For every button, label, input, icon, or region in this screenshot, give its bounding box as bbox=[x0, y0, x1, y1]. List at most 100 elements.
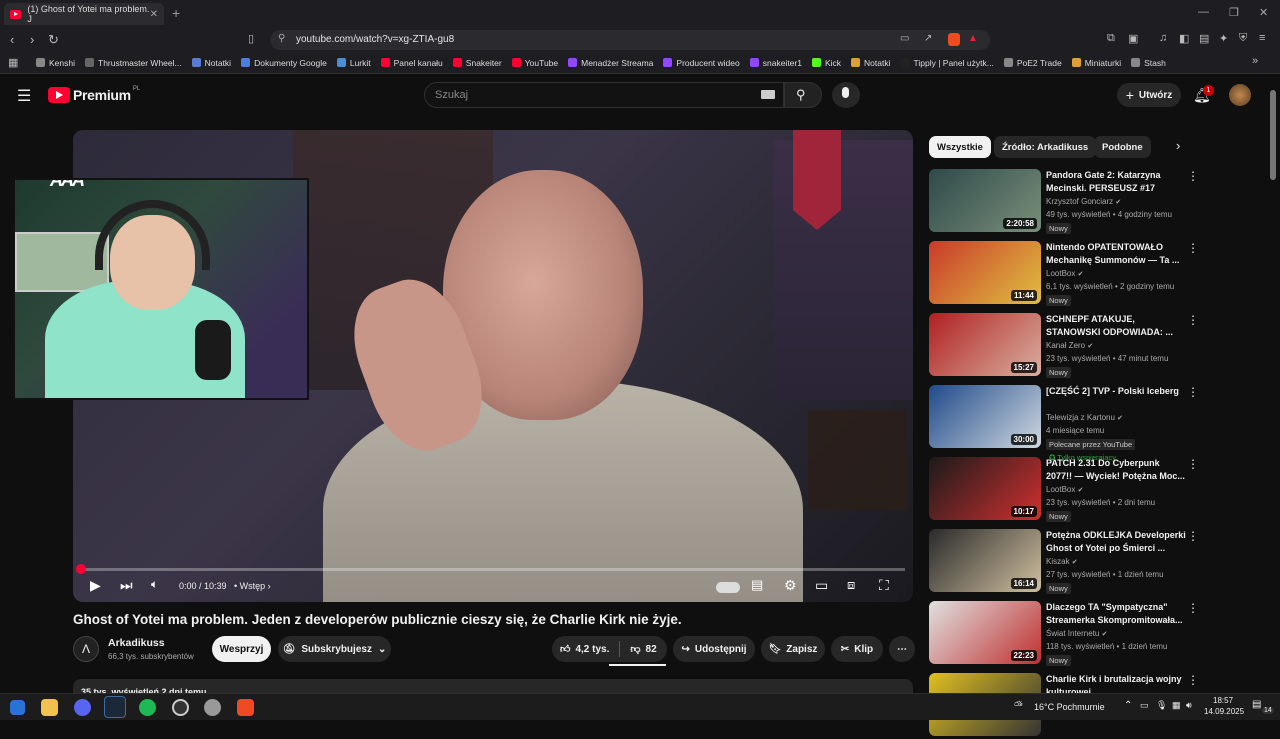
dislike-icon[interactable]: 👎︎ bbox=[630, 643, 640, 655]
menu-icon[interactable]: ≡ bbox=[1259, 32, 1265, 44]
more-bookmarks-icon[interactable]: » bbox=[1252, 55, 1258, 67]
page-scrollbar[interactable] bbox=[1270, 90, 1276, 180]
recommendation-channel[interactable]: Kiszak ✔ bbox=[1046, 557, 1078, 566]
discord-icon[interactable] bbox=[74, 699, 91, 716]
more-options-icon[interactable]: ⋮ bbox=[1187, 241, 1199, 255]
bookmark-item[interactable]: Miniaturki bbox=[1071, 58, 1121, 68]
sidebar-icon[interactable]: ◧ bbox=[1179, 32, 1189, 45]
bookmark-item[interactable]: Thrustmaster Wheel... bbox=[85, 58, 182, 68]
spotify-icon[interactable] bbox=[139, 699, 156, 716]
recommendation-item[interactable]: 15:27 SCHNEPF ATAKUJE, STANOWSKI ODPOWIAD… bbox=[929, 313, 1259, 379]
more-options-icon[interactable]: ⋮ bbox=[1187, 673, 1199, 687]
weather-text[interactable]: 16°C Pochmurnie bbox=[1034, 702, 1105, 712]
media-icon[interactable]: ♫ bbox=[1159, 32, 1167, 44]
vpn-icon[interactable]: ⛨ bbox=[1239, 32, 1247, 45]
site-info-icon[interactable]: ⚲ bbox=[278, 33, 285, 44]
chips-next-icon[interactable]: › bbox=[1176, 138, 1180, 153]
wallet2-icon[interactable]: ▤ bbox=[1199, 32, 1209, 45]
settings-gear-icon[interactable]: ⚙ bbox=[784, 577, 797, 594]
more-actions-button[interactable]: ⋯ bbox=[889, 636, 915, 662]
theater-mode-icon[interactable]: ▭ bbox=[815, 577, 828, 594]
more-options-icon[interactable]: ⋮ bbox=[1187, 385, 1199, 399]
recommendation-channel[interactable]: Świat Internetu ✔ bbox=[1046, 629, 1107, 638]
user-avatar[interactable] bbox=[1229, 84, 1251, 106]
video-thumbnail[interactable]: 2:20:58 bbox=[929, 169, 1041, 232]
bookmark-item[interactable]: Notatki bbox=[851, 58, 891, 68]
filter-chip[interactable]: Podobne bbox=[1094, 136, 1151, 158]
filter-chip[interactable]: Źródło: Arkadikuss bbox=[994, 136, 1097, 158]
forward-icon[interactable]: › bbox=[30, 32, 34, 47]
share-button[interactable]: ↪ Udostępnij bbox=[673, 636, 755, 662]
bookmark-item[interactable]: Producent wideo bbox=[663, 58, 740, 68]
recommendation-title[interactable]: Pandora Gate 2: Katarzyna Mecinski. PERS… bbox=[1046, 169, 1186, 195]
create-button[interactable]: + Utwórz bbox=[1117, 83, 1181, 107]
url-field[interactable]: ⚲ youtube.com/watch?v=xg-ZTIA-gu8 ▭ ↗ ▲ bbox=[270, 30, 990, 50]
notification-center-icon[interactable]: ▤ bbox=[1252, 699, 1261, 710]
browser-tab[interactable]: (1) Ghost of Yotei ma problem. J ✕ bbox=[4, 3, 164, 25]
subscribed-button[interactable]: 🔕︎ Subskrybujesz ⌄ bbox=[278, 636, 391, 662]
hamburger-menu-icon[interactable]: ☰ bbox=[17, 86, 31, 106]
recommendation-title[interactable]: Dlaczego TA "Sympatyczna" Streamerka Sko… bbox=[1046, 601, 1186, 627]
brave-shield-icon[interactable] bbox=[948, 33, 960, 46]
bookmark-item[interactable]: YouTube bbox=[511, 58, 558, 68]
progress-handle[interactable] bbox=[76, 564, 86, 574]
bookmark-item[interactable]: snakeiter1 bbox=[749, 58, 802, 68]
tray-chevron-icon[interactable]: ⌃ bbox=[1124, 700, 1132, 711]
recommendation-item[interactable]: 16:14 Potężna ODKLEJKA Developerki Ghost … bbox=[929, 529, 1259, 595]
brave-rewards-icon[interactable]: ▲ bbox=[968, 33, 978, 44]
bookmark-item[interactable]: Lurkit bbox=[336, 58, 371, 68]
minimize-icon[interactable]: — bbox=[1198, 6, 1209, 18]
more-options-icon[interactable]: ⋮ bbox=[1187, 313, 1199, 327]
next-icon[interactable]: ⏭︎ bbox=[120, 577, 133, 594]
new-tab-icon[interactable]: + bbox=[172, 5, 180, 21]
more-options-icon[interactable]: ⋮ bbox=[1187, 601, 1199, 615]
recommendation-item[interactable]: 2:20:58 Pandora Gate 2: Katarzyna Mecinsk… bbox=[929, 169, 1259, 235]
play-icon[interactable]: ▶ bbox=[90, 577, 101, 594]
recommendation-channel[interactable]: Telewizja z Kartonu ✔ bbox=[1046, 413, 1123, 422]
keyboard-icon[interactable] bbox=[761, 90, 775, 99]
bookmark-item[interactable]: Snakeiter bbox=[452, 58, 502, 68]
channel-avatar[interactable]: Ʌ bbox=[73, 636, 99, 662]
like-icon[interactable]: 👍︎ bbox=[560, 643, 570, 655]
search-input[interactable]: Szukaj bbox=[424, 82, 784, 108]
recommendation-item[interactable]: 22:23 Dlaczego TA "Sympatyczna" Streamerk… bbox=[929, 601, 1259, 667]
more-options-icon[interactable]: ⋮ bbox=[1187, 529, 1199, 543]
close-window-icon[interactable]: ✕ bbox=[1259, 6, 1268, 19]
recommendation-channel[interactable]: LootBox ✔ bbox=[1046, 269, 1083, 278]
reload-icon[interactable]: ↻ bbox=[48, 32, 59, 48]
recommendation-title[interactable]: SCHNEPF ATAKUJE, STANOWSKI ODPOWIADA: ..… bbox=[1046, 313, 1186, 339]
brave-browser-icon[interactable] bbox=[237, 699, 254, 716]
recommendation-title[interactable]: PATCH 2.31 Do Cyberpunk 2077!! — Wyciek!… bbox=[1046, 457, 1186, 483]
voice-search-button[interactable] bbox=[832, 82, 860, 108]
tray-network-icon[interactable]: ▦ bbox=[1172, 700, 1181, 711]
clip-button[interactable]: ✂ Klip bbox=[831, 636, 883, 662]
tray-display-icon[interactable]: ▭ bbox=[1140, 700, 1149, 711]
subtitles-icon[interactable]: ▤ bbox=[751, 577, 763, 593]
leo-icon[interactable]: ✦ bbox=[1219, 32, 1228, 45]
share-icon[interactable]: ↗ bbox=[924, 33, 932, 44]
bookmark-item[interactable]: Notatki bbox=[191, 58, 231, 68]
recommendation-item[interactable]: 10:17 PATCH 2.31 Do Cyberpunk 2077!! — Wy… bbox=[929, 457, 1259, 523]
recommendation-channel[interactable]: Krzysztof Gonciarz ✔ bbox=[1046, 197, 1121, 206]
obs-icon[interactable] bbox=[172, 699, 189, 716]
bookmark-item[interactable]: Stash bbox=[1131, 58, 1166, 68]
bookmark-item[interactable]: Kenshi bbox=[36, 58, 75, 68]
more-options-icon[interactable]: ⋮ bbox=[1187, 169, 1199, 183]
tray-volume-icon[interactable]: 🔊︎ bbox=[1186, 700, 1192, 711]
clock-date[interactable]: 14.09.2025 bbox=[1204, 707, 1244, 716]
video-thumbnail[interactable]: 15:27 bbox=[929, 313, 1041, 376]
filter-chip[interactable]: Wszystkie bbox=[929, 136, 991, 158]
volume-icon[interactable]: 🔈︎ bbox=[151, 577, 158, 592]
autoplay-toggle[interactable] bbox=[716, 582, 740, 593]
chapter-label[interactable]: • Wstęp › bbox=[234, 581, 271, 591]
bookmark-item[interactable]: PoE2 Trade bbox=[1003, 58, 1062, 68]
more-options-icon[interactable]: ⋮ bbox=[1187, 457, 1199, 471]
recommendation-title[interactable]: [CZĘŚĆ 2] TVP - Polski Iceberg bbox=[1046, 385, 1186, 398]
clock-time[interactable]: 18:57 bbox=[1213, 696, 1233, 705]
bookmark-icon[interactable]: ▯ bbox=[248, 32, 254, 45]
recommendation-channel[interactable]: Kanał Zero ✔ bbox=[1046, 341, 1093, 350]
progress-bar[interactable] bbox=[81, 568, 905, 571]
video-thumbnail[interactable]: 22:23 bbox=[929, 601, 1041, 664]
apps-grid-icon[interactable]: ▦ bbox=[8, 56, 18, 69]
save-button[interactable]: 🔖︎ Zapisz bbox=[761, 636, 825, 662]
